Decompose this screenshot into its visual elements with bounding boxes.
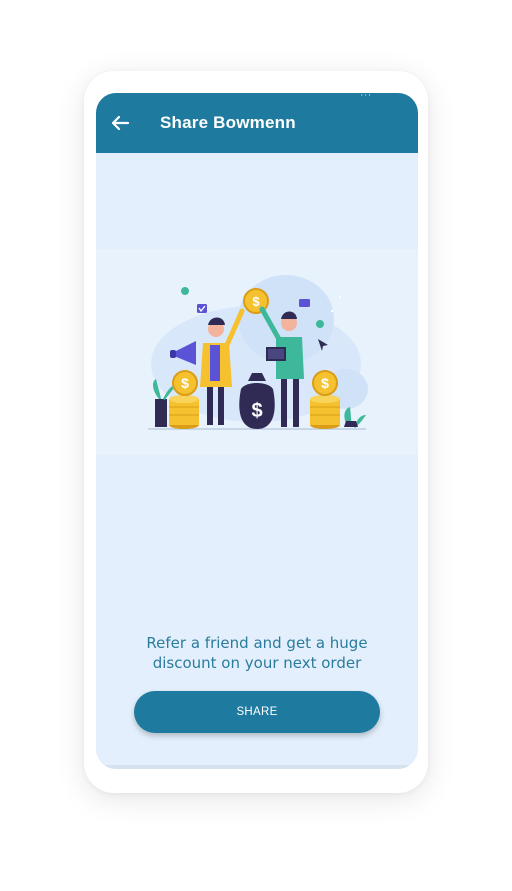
promo-text: Refer a friend and get a huge discount o… [96, 633, 418, 673]
promo-line-2: discount on your next order [152, 654, 362, 672]
share-button[interactable]: SHARE [134, 691, 380, 733]
referral-illustration: $ $ $ $ [96, 249, 418, 455]
coin-symbol: $ [321, 375, 329, 391]
bottom-edge [96, 765, 418, 769]
coin-symbol: $ [181, 375, 189, 391]
status-indicator: ··· [360, 93, 372, 101]
arrow-left-icon [111, 115, 130, 131]
app-screen: ··· Share Bowmenn $ $ $ $ Refer a friend… [96, 93, 418, 769]
coin-symbol: $ [252, 294, 260, 309]
promo-line-1: Refer a friend and get a huge [146, 634, 368, 652]
app-bar: ··· Share Bowmenn [96, 93, 418, 153]
coin-symbol: $ [251, 400, 262, 422]
back-button[interactable] [110, 115, 130, 131]
page-title: Share Bowmenn [160, 113, 296, 132]
